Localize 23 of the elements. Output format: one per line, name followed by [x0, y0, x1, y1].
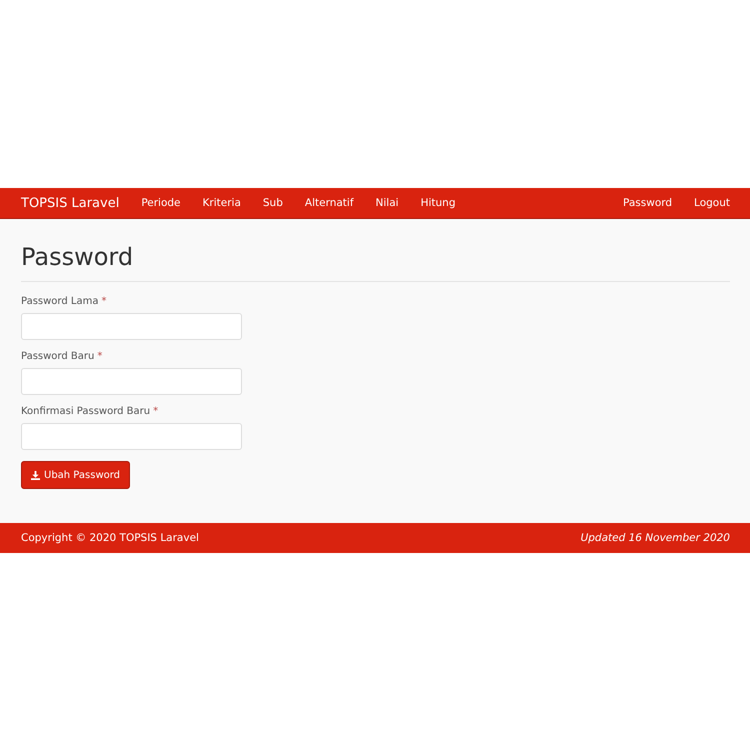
required-mark: *: [101, 296, 106, 307]
nav-link[interactable]: Alternatif: [304, 197, 354, 209]
brand-link[interactable]: TOPSIS Laravel: [21, 196, 120, 210]
nav-link[interactable]: Kriteria: [202, 197, 241, 209]
password-field[interactable]: [21, 368, 242, 395]
nav-link[interactable]: Logout: [694, 197, 730, 209]
required-mark: *: [97, 351, 102, 362]
nav-link[interactable]: Password: [623, 197, 672, 209]
updated-text: Updated 16 November 2020: [580, 532, 730, 544]
download-icon: [31, 470, 40, 480]
copyright-text: Copyright © 2020 TOPSIS Laravel: [21, 532, 199, 544]
nav-link[interactable]: Nilai: [376, 197, 399, 209]
field-label: Password Baru *: [21, 351, 104, 362]
page-title: Password: [21, 243, 134, 273]
field-label: Konfirmasi Password Baru *: [21, 406, 160, 417]
password-field[interactable]: [21, 423, 242, 450]
submit-button[interactable]: Ubah Password: [21, 461, 130, 489]
password-field[interactable]: [21, 313, 242, 340]
nav-link[interactable]: Hitung: [420, 197, 456, 209]
field-label: Password Lama *: [21, 296, 108, 307]
nav-link[interactable]: Sub: [262, 197, 283, 209]
required-mark: *: [153, 406, 158, 417]
nav-link[interactable]: Periode: [141, 197, 181, 209]
